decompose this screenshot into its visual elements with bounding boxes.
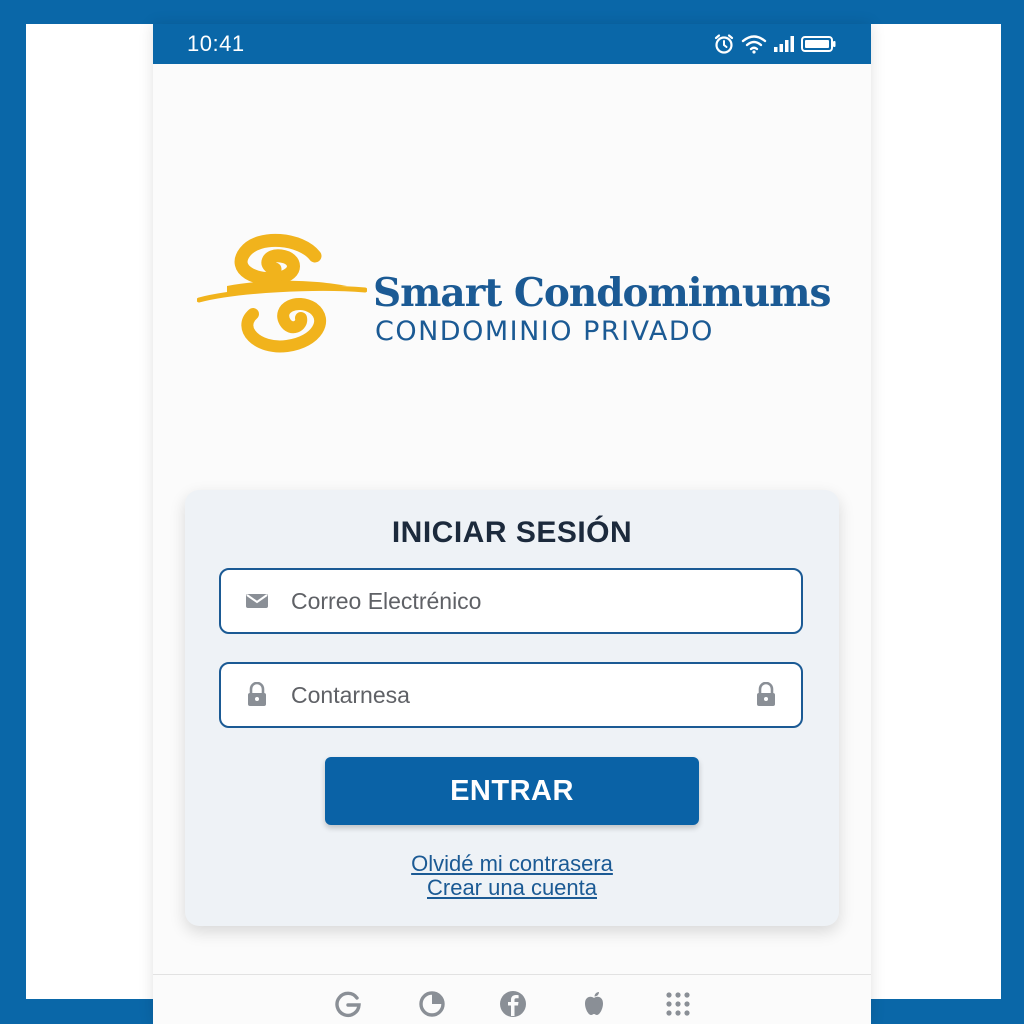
alarm-icon [713, 33, 735, 55]
brand-logo: Smart Condomimums CONDOMINIO PRIVADO [196, 228, 837, 358]
swirl-logo-icon [196, 228, 368, 363]
password-input[interactable] [289, 674, 755, 716]
envelope-icon [243, 592, 271, 610]
status-icons [713, 33, 837, 55]
forgot-password-link[interactable]: Olvidé mi contrasera [185, 852, 839, 876]
status-bar: 10:41 [153, 24, 871, 64]
status-time: 10:41 [187, 31, 245, 56]
battery-icon [801, 35, 837, 53]
lock-icon [243, 682, 271, 708]
brand-subtitle: CONDOMINIO PRIVADO [375, 316, 714, 347]
phone-screen: 10:41 Smart Condomimums CONDOMINIO PRIVA… [153, 24, 871, 1024]
login-card: INICIAR SESIÓN Correo Electrénico ENTRAR… [185, 490, 839, 926]
grid-menu-icon[interactable] [663, 989, 693, 1019]
login-title: INICIAR SESIÓN [391, 516, 633, 549]
wifi-icon [741, 34, 767, 54]
create-account-link[interactable]: Crear una cuenta [185, 876, 839, 900]
login-submit-button[interactable]: ENTRAR [325, 757, 699, 825]
social-login-bar [153, 974, 871, 1024]
apple-icon[interactable] [579, 989, 609, 1019]
facebook-icon[interactable] [498, 989, 528, 1019]
lock-icon[interactable] [755, 682, 777, 708]
login-links: Olvidé mi contrasera Crear una cuenta [185, 852, 839, 900]
password-field[interactable] [219, 662, 803, 728]
circle-arc-icon[interactable] [417, 989, 447, 1019]
brand-name: Smart Condomimums [373, 270, 831, 316]
signal-icon [773, 35, 795, 53]
email-field[interactable] [219, 568, 803, 634]
email-input[interactable] [289, 580, 801, 622]
google-icon[interactable] [333, 989, 363, 1019]
